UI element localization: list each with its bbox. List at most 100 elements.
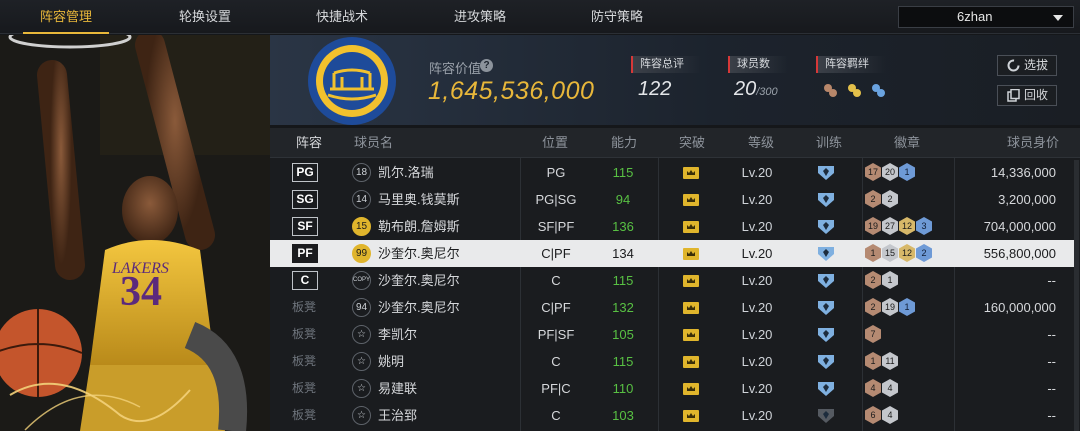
- tab-rotation[interactable]: 轮换设置: [162, 0, 248, 34]
- training-shield-icon[interactable]: [817, 218, 835, 235]
- row-badges[interactable]: 1 15 12 2: [865, 244, 933, 263]
- players-value: 20: [734, 78, 757, 100]
- scout-button[interactable]: 选拔: [997, 55, 1057, 76]
- help-icon[interactable]: ?: [480, 59, 493, 72]
- training-shield-icon[interactable]: [817, 299, 835, 316]
- crown-icon[interactable]: [683, 167, 699, 179]
- recycle-button[interactable]: 回收: [997, 85, 1057, 106]
- silver-badge-icon: 2: [882, 190, 898, 208]
- training-shield-icon[interactable]: [817, 353, 835, 370]
- row-badges[interactable]: 19 27 12 3: [865, 217, 933, 236]
- row-level: Lv.20: [741, 219, 773, 234]
- row-player-value: 160,000,000: [983, 300, 1056, 315]
- crown-icon[interactable]: [683, 383, 699, 395]
- crown-icon[interactable]: [683, 275, 699, 287]
- row-badges[interactable]: 17 20 1: [865, 163, 916, 182]
- top-nav: 阵容管理 轮换设置 快捷战术 进攻策略 防守策略 6zhan: [0, 0, 1080, 34]
- training-shield-icon[interactable]: [817, 407, 835, 424]
- row-position: C|PF: [541, 246, 571, 261]
- crown-icon[interactable]: [683, 410, 699, 422]
- training-shield-icon[interactable]: [817, 191, 835, 208]
- team-dropdown[interactable]: 6zhan: [898, 6, 1074, 28]
- team-logo: [300, 37, 404, 130]
- col-player-value: 球员身价: [1007, 135, 1060, 150]
- row-slot: PG: [292, 163, 318, 182]
- crown-icon[interactable]: [683, 302, 699, 314]
- table-row[interactable]: PF 99 沙奎尔.奥尼尔 C|PF 134 Lv.20 1 15 12 2 556,800,000: [270, 240, 1076, 267]
- table-row[interactable]: PG 18 凯尔.洛瑞 PG 115 Lv.20 17 20 1 14,336,000: [270, 159, 1076, 186]
- row-position: C|PF: [541, 300, 571, 315]
- scout-button-label: 选拔: [1024, 58, 1049, 72]
- row-slot: SG: [292, 190, 318, 209]
- jersey-number-badge: 18: [352, 163, 371, 182]
- crown-icon[interactable]: [683, 221, 699, 233]
- table-row[interactable]: 板凳 ☆ 姚明 C 115 Lv.20 1 11 --: [270, 348, 1076, 375]
- bronze-badge-icon: 2: [865, 271, 881, 289]
- blue-badge-icon: 2: [916, 244, 932, 262]
- bond-icons[interactable]: [820, 81, 890, 106]
- players-label: 球员数: [728, 56, 788, 73]
- training-shield-icon[interactable]: [817, 272, 835, 289]
- row-ability: 105: [612, 327, 634, 342]
- row-position: PG: [546, 165, 566, 180]
- table-row[interactable]: 板凳 ☆ 王治郅 C 103 Lv.20 6 4 --: [270, 402, 1076, 429]
- row-ability: 94: [615, 192, 631, 207]
- crown-icon[interactable]: [683, 248, 699, 260]
- col-badges: 徽章: [894, 135, 921, 150]
- col-position: 位置: [542, 135, 569, 150]
- table-row[interactable]: 板凳 ☆ 李凯尔 PF|SF 105 Lv.20 7 --: [270, 321, 1076, 348]
- bronze-badge-icon: 2: [865, 298, 881, 316]
- silver-badge-icon: 1: [882, 271, 898, 289]
- jersey-number-badge: 14: [352, 190, 371, 209]
- table-row[interactable]: 板凳 ☆ 易建联 PF|C 110 Lv.20 4 4 --: [270, 375, 1076, 402]
- bronze-badge-icon: 1: [865, 244, 881, 262]
- jersey-number-badge: ☆: [352, 352, 371, 371]
- rating-label: 阵容总评: [631, 56, 701, 73]
- table-scrollbar[interactable]: [1074, 160, 1079, 431]
- row-badges[interactable]: 1 11: [865, 352, 899, 371]
- silver-badge-icon: 15: [882, 244, 898, 262]
- row-player-name: 王治郅: [378, 408, 418, 423]
- training-shield-icon[interactable]: [817, 326, 835, 343]
- row-player-value: 704,000,000: [983, 219, 1056, 234]
- crown-icon[interactable]: [683, 329, 699, 341]
- table-row[interactable]: C COPY 沙奎尔.奥尼尔 C 115 Lv.20 2 1 --: [270, 267, 1076, 294]
- col-level: 等级: [748, 135, 775, 150]
- row-position: C: [551, 408, 561, 423]
- lineup-summary: 阵容价值 ? 1,645,536,000 阵容总评 122 球员数 20/300…: [270, 35, 1080, 125]
- row-player-name: 沙奎尔.奥尼尔: [378, 273, 460, 288]
- silver-badge-icon: 4: [882, 379, 898, 397]
- col-ability: 能力: [611, 135, 638, 150]
- row-level: Lv.20: [741, 246, 773, 261]
- row-badges[interactable]: 2 19 1: [865, 298, 916, 317]
- bronze-badge-icon: 6: [865, 406, 881, 424]
- training-shield-icon[interactable]: [817, 245, 835, 262]
- crown-icon[interactable]: [683, 356, 699, 368]
- jersey-number-badge: 99: [352, 244, 371, 263]
- copy-icon: [1007, 89, 1020, 102]
- row-slot: C: [292, 271, 318, 290]
- col-breakthrough: 突破: [679, 135, 706, 150]
- training-shield-icon[interactable]: [817, 380, 835, 397]
- table-row[interactable]: 板凳 94 沙奎尔.奥尼尔 C|PF 132 Lv.20 2 19 1 160,000,000: [270, 294, 1076, 321]
- row-badges[interactable]: 64: [865, 406, 899, 425]
- bond-bronze-icon: [824, 84, 837, 97]
- row-ability: 110: [612, 381, 634, 396]
- tab-quick-tactics[interactable]: 快捷战术: [299, 0, 385, 34]
- table-row[interactable]: SF 15 勒布朗.詹姆斯 SF|PF 136 Lv.20 19 27 12 3 704,000,0…: [270, 213, 1076, 240]
- tab-lineup[interactable]: 阵容管理: [23, 0, 109, 34]
- tab-offense[interactable]: 进攻策略: [437, 0, 523, 34]
- table-row[interactable]: SG 14 马里奥.钱莫斯 PG|SG 94 Lv.20 2 2 3,200,000: [270, 186, 1076, 213]
- tab-defense[interactable]: 防守策略: [574, 0, 660, 34]
- lineup-value: 1,645,536,000: [428, 77, 595, 105]
- crown-icon[interactable]: [683, 194, 699, 206]
- row-badges[interactable]: 22: [865, 190, 899, 209]
- row-slot: 板凳: [292, 354, 317, 368]
- row-badges[interactable]: 21: [865, 271, 899, 290]
- row-badges[interactable]: 44: [865, 379, 899, 398]
- bronze-badge-icon: 4: [865, 379, 881, 397]
- recycle-button-label: 回收: [1024, 88, 1049, 102]
- training-shield-icon[interactable]: [817, 164, 835, 181]
- row-badges[interactable]: 7: [865, 325, 882, 344]
- bronze-badge-icon: 1: [865, 352, 881, 370]
